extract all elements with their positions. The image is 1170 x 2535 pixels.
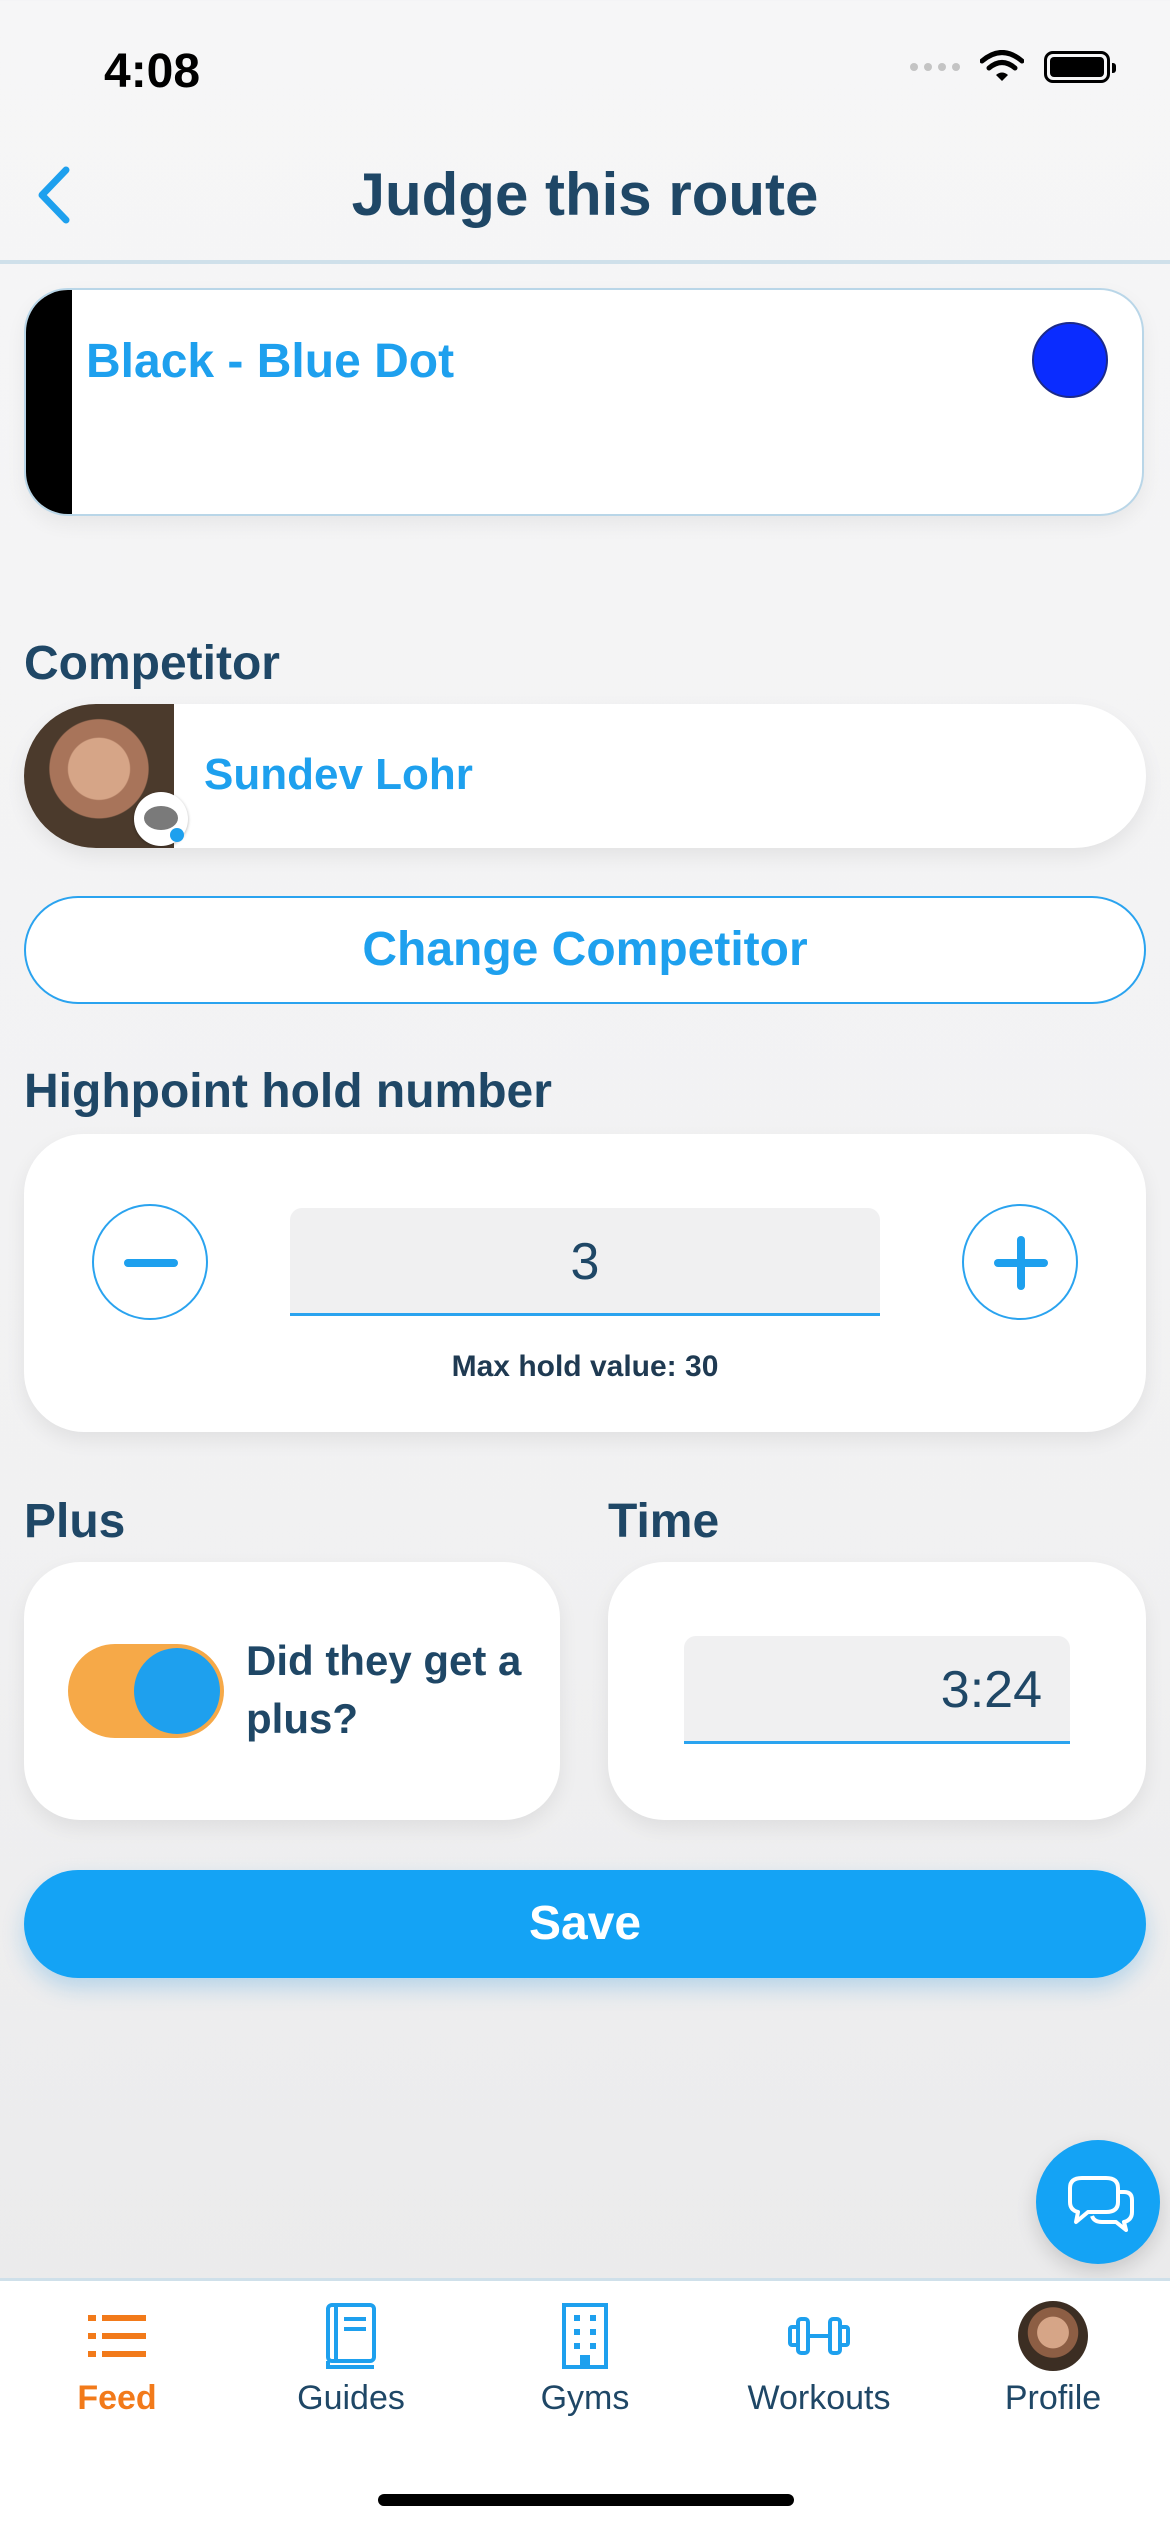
save-button[interactable]: Save — [24, 1870, 1146, 1978]
plus-toggle-label: Did they get a plus? — [246, 1637, 522, 1742]
plus-label: Plus — [24, 1495, 126, 1548]
time-card: 3:24 — [608, 1562, 1146, 1820]
page-title: Judge this route — [351, 161, 819, 228]
tab-profile[interactable]: Profile — [936, 2301, 1170, 2418]
list-icon — [88, 2315, 146, 2357]
tab-feed[interactable]: Feed — [0, 2301, 234, 2418]
tab-feed-label: Feed — [77, 2379, 157, 2417]
plus-toggle[interactable] — [68, 1644, 224, 1738]
home-indicator[interactable] — [378, 2494, 794, 2506]
plus-card: Did they get a plus? — [24, 1562, 560, 1820]
tab-gyms-label: Gyms — [540, 2379, 630, 2417]
hold-number-input[interactable]: 3 — [290, 1208, 880, 1316]
building-icon — [562, 2303, 608, 2369]
book-icon — [326, 2303, 376, 2369]
highpoint-card: 3 Max hold value: 30 — [24, 1134, 1146, 1432]
profile-avatar — [1018, 2301, 1088, 2371]
status-icons — [910, 50, 1116, 84]
dumbbell-icon — [788, 2317, 850, 2355]
tab-workouts-label: Workouts — [747, 2379, 891, 2417]
wifi-icon — [980, 50, 1024, 81]
tab-guides[interactable]: Guides — [234, 2301, 468, 2418]
highpoint-label: Highpoint hold number — [24, 1065, 552, 1118]
time-label: Time — [608, 1495, 720, 1548]
route-name: Black - Blue Dot — [86, 335, 455, 388]
header-divider — [0, 260, 1170, 264]
decrement-button[interactable] — [92, 1204, 208, 1320]
chat-button[interactable] — [1036, 2140, 1160, 2264]
chat-bubbles-icon — [1068, 2176, 1134, 2232]
tab-profile-label: Profile — [1004, 2379, 1102, 2417]
tab-gyms[interactable]: Gyms — [468, 2301, 702, 2418]
tab-workouts[interactable]: Workouts — [702, 2301, 936, 2418]
route-dot-indicator — [1032, 322, 1108, 398]
change-competitor-button[interactable]: Change Competitor — [24, 896, 1146, 1004]
cellular-signal-icon — [910, 63, 960, 71]
max-hold-text: Max hold value: 30 — [451, 1350, 719, 1383]
competitor-label: Competitor — [24, 637, 280, 690]
tab-guides-label: Guides — [297, 2379, 405, 2417]
increment-button[interactable] — [962, 1204, 1078, 1320]
battery-icon — [1044, 51, 1116, 83]
route-color-stripe — [26, 290, 72, 514]
competitor-badge-icon — [134, 792, 188, 846]
time-input[interactable]: 3:24 — [684, 1636, 1070, 1744]
competitor-card[interactable]: Sundev Lohr — [24, 704, 1146, 848]
toggle-knob — [134, 1648, 220, 1734]
route-card: Black - Blue Dot — [24, 288, 1144, 516]
status-time: 4:08 — [104, 45, 201, 98]
competitor-name: Sundev Lohr — [204, 750, 473, 799]
